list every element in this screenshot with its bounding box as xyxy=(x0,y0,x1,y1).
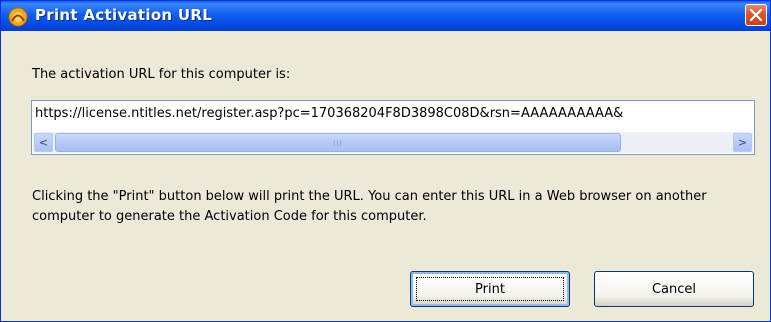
app-logo-icon xyxy=(7,6,29,28)
cancel-button[interactable]: Cancel xyxy=(594,271,754,307)
url-prompt-label: The activation URL for this computer is: xyxy=(32,67,291,82)
instructions-text: Clicking the "Print" button below will p… xyxy=(32,189,707,224)
horizontal-scrollbar[interactable]: < III > xyxy=(33,132,753,153)
activation-url-field[interactable]: https://license.ntitles.net/register.asp… xyxy=(31,100,755,155)
focus-ring xyxy=(416,277,564,301)
scrollbar-grip-icon: III xyxy=(332,139,344,148)
chevron-left-icon: < xyxy=(38,136,49,149)
close-button[interactable] xyxy=(745,4,767,26)
scroll-right-button[interactable]: > xyxy=(733,133,752,152)
title-bar[interactable]: Print Activation URL xyxy=(1,1,770,31)
scrollbar-thumb[interactable]: III xyxy=(55,133,621,152)
close-icon xyxy=(750,9,762,21)
scroll-left-button[interactable]: < xyxy=(34,133,53,152)
print-activation-dialog: Print Activation URL The activation URL … xyxy=(0,0,771,322)
print-button[interactable]: Print xyxy=(410,271,570,307)
cancel-button-label: Cancel xyxy=(651,281,697,297)
activation-url-value[interactable]: https://license.ntitles.net/register.asp… xyxy=(35,106,751,121)
window-title: Print Activation URL xyxy=(35,6,213,24)
chevron-right-icon: > xyxy=(737,136,748,149)
